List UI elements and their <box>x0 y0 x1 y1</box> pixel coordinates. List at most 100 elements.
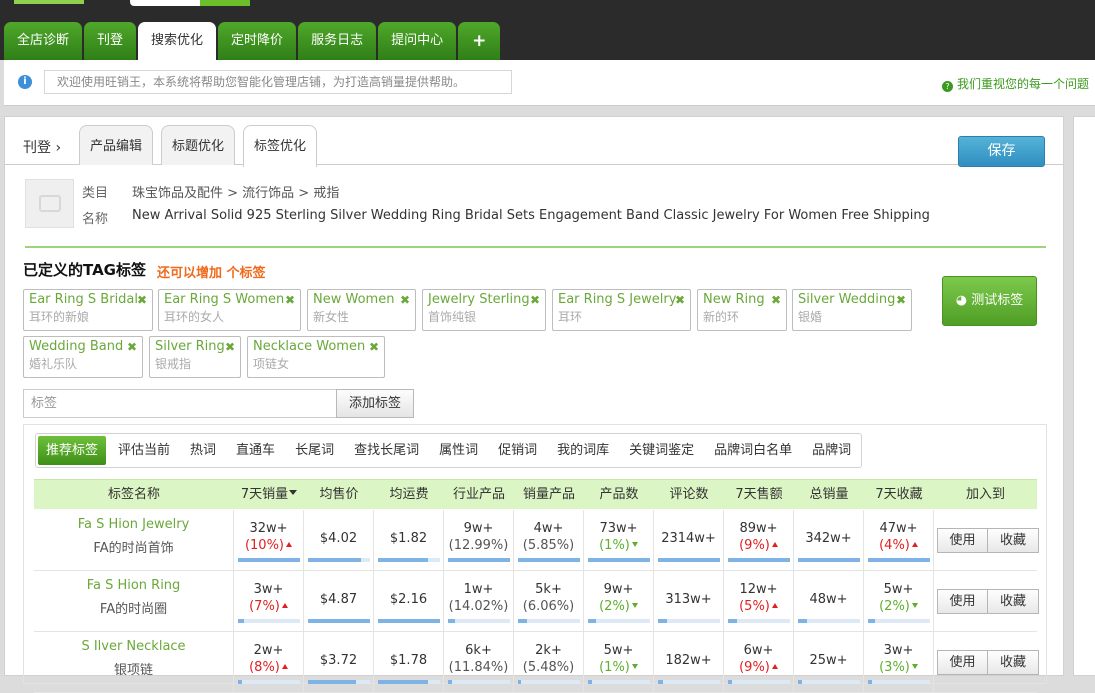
keyword-en[interactable]: S Ilver Necklace <box>34 639 233 654</box>
use-button[interactable]: 使用 <box>937 528 988 553</box>
metric-cell-count: 9w+ (2%) <box>584 571 654 632</box>
arrow-up-icon <box>771 664 778 669</box>
tags-remaining-hint: 还可以增加 个标签 <box>157 266 266 281</box>
favorite-button[interactable]: 收藏 <box>988 650 1039 675</box>
right-side-panel <box>1073 116 1095 676</box>
arrow-up-icon <box>281 664 288 669</box>
tab-keyword-check[interactable]: 关键词鉴定 <box>619 434 704 467</box>
save-button[interactable]: 保存 <box>958 136 1045 167</box>
use-button[interactable]: 使用 <box>937 650 988 675</box>
favorite-button[interactable]: 收藏 <box>988 528 1039 553</box>
use-button[interactable]: 使用 <box>937 589 988 614</box>
keyword-cell: Fa S Hion Jewelry FA的时尚首饰 <box>34 510 234 571</box>
test-tags-button[interactable]: ◕ 测试标签 <box>942 276 1037 326</box>
col-avg-shipping[interactable]: 均运费 <box>374 480 444 510</box>
metric-bar <box>588 558 650 562</box>
metric-cell-sales7: 2w+ (8%) <box>234 632 304 693</box>
remove-tag-icon[interactable]: ✖ <box>225 340 235 354</box>
remove-tag-icon[interactable]: ✖ <box>127 340 137 354</box>
tab-recommended-tags[interactable]: 推荐标签 <box>38 436 107 465</box>
metric-cell-total: 342w+ <box>794 510 864 571</box>
metric-cell-salesprod: 4w+ (5.85%) <box>514 510 584 571</box>
metric-bar <box>658 558 720 562</box>
tab-find-long-tail[interactable]: 查找长尾词 <box>344 434 429 467</box>
metric-bar <box>448 680 510 684</box>
metric-bar <box>728 619 790 623</box>
metric-cell-reviews: 313w+ <box>654 571 724 632</box>
tab-promo-words[interactable]: 促销词 <box>488 434 547 467</box>
metric-value: 9w+ <box>463 521 494 536</box>
keyword-en[interactable]: Fa S Hion Jewelry <box>34 517 233 532</box>
metric-cell-sales7: 32w+ (10%) <box>234 510 304 571</box>
add-tab-button[interactable]: + <box>458 22 501 60</box>
tab-long-tail[interactable]: 长尾词 <box>285 434 344 467</box>
tag-input[interactable]: 标签 <box>23 389 337 418</box>
metric-bar <box>868 619 930 623</box>
metric-bar <box>518 558 580 562</box>
remove-tag-icon[interactable]: ✖ <box>137 293 147 307</box>
favorite-button[interactable]: 收藏 <box>988 589 1039 614</box>
feedback-link[interactable]: ? 我们重视您的每一个问题 <box>942 75 1089 92</box>
metric-bar <box>588 619 650 623</box>
metric-bar <box>378 680 440 684</box>
metric-bar <box>798 558 860 562</box>
tag-chip: Necklace Women 项链女 ✖ <box>247 336 385 378</box>
col-avg-price[interactable]: 均售价 <box>304 480 374 510</box>
nav-tab-diagnosis[interactable]: 全店诊断 <box>4 22 83 60</box>
col-favorites-7d[interactable]: 7天收藏 <box>864 480 934 510</box>
metric-bar <box>308 619 370 623</box>
tab-product-edit[interactable]: 产品编辑 <box>79 125 154 165</box>
remove-tag-icon[interactable]: ✖ <box>771 293 781 307</box>
remove-tag-icon[interactable]: ✖ <box>285 293 295 307</box>
keyword-cn: FA的时尚首饰 <box>93 541 174 556</box>
add-tag-button[interactable]: 添加标签 <box>336 389 414 418</box>
metric-bar <box>308 680 370 684</box>
metric-change: (5%) <box>724 598 793 615</box>
metric-cell-price: $4.87 <box>304 571 374 632</box>
remove-tag-icon[interactable]: ✖ <box>400 293 410 307</box>
tag-chip: New Ring 新的环 ✖ <box>697 289 787 331</box>
keyword-en[interactable]: Fa S Hion Ring <box>34 578 233 593</box>
feedback-link-label: 我们重视您的每一个问题 <box>957 77 1090 91</box>
metric-value: 25w+ <box>809 653 848 668</box>
tab-hot-words[interactable]: 热词 <box>180 434 226 467</box>
col-amount-7d[interactable]: 7天售额 <box>724 480 794 510</box>
metric-cell-total: 25w+ <box>794 632 864 693</box>
metric-change: (12.99%) <box>448 538 509 553</box>
remove-tag-icon[interactable]: ✖ <box>896 293 906 307</box>
col-reviews[interactable]: 评论数 <box>654 480 724 510</box>
tab-brand-words[interactable]: 品牌词 <box>802 434 861 467</box>
nav-tab-question-center[interactable]: 提问中心 <box>378 22 457 60</box>
metric-cell-ship: $2.16 <box>374 571 444 632</box>
tag-chip: Wedding Band 婚礼乐队 ✖ <box>23 336 143 378</box>
col-total-sales[interactable]: 总销量 <box>794 480 864 510</box>
table-header: 标签名称 7天销量 均售价 均运费 行业产品 销量产品 产品数 评论数 7天售额… <box>34 479 1037 509</box>
remove-tag-icon[interactable]: ✖ <box>530 293 540 307</box>
col-product-count[interactable]: 产品数 <box>584 480 654 510</box>
remove-tag-icon[interactable]: ✖ <box>369 340 379 354</box>
metric-bar <box>658 619 720 623</box>
nav-tab-scheduled-discount[interactable]: 定时降价 <box>218 22 297 60</box>
product-name: New Arrival Solid 925 Sterling Silver We… <box>132 208 930 223</box>
col-sales-products[interactable]: 销量产品 <box>514 480 584 510</box>
tab-title-optimize[interactable]: 标题优化 <box>161 125 236 165</box>
keyword-cell: S Ilver Necklace 银项链 <box>34 632 234 693</box>
tab-tag-optimize[interactable]: 标签优化 <box>243 125 318 167</box>
tab-evaluate-current[interactable]: 评估当前 <box>108 434 180 467</box>
tab-direct-train[interactable]: 直通车 <box>226 434 285 467</box>
metric-value: 182w+ <box>665 653 712 668</box>
tab-brand-whitelist[interactable]: 品牌词白名单 <box>704 434 802 467</box>
col-sales-7d[interactable]: 7天销量 <box>234 480 304 510</box>
arrow-up-icon <box>911 542 918 547</box>
remove-tag-icon[interactable]: ✖ <box>675 293 685 307</box>
col-industry-products[interactable]: 行业产品 <box>444 480 514 510</box>
nav-tab-listing[interactable]: 刊登 <box>84 22 137 60</box>
nav-tab-service-log[interactable]: 服务日志 <box>298 22 377 60</box>
breadcrumb[interactable]: 刊登 › <box>23 137 61 157</box>
metric-change: (14.02%) <box>448 599 509 614</box>
metric-value: 6k+ <box>465 643 492 658</box>
tab-attribute-words[interactable]: 属性词 <box>429 434 488 467</box>
nav-tab-search-optimize[interactable]: 搜索优化 <box>138 22 217 60</box>
name-label: 名称 <box>82 212 109 227</box>
tab-my-library[interactable]: 我的词库 <box>547 434 619 467</box>
